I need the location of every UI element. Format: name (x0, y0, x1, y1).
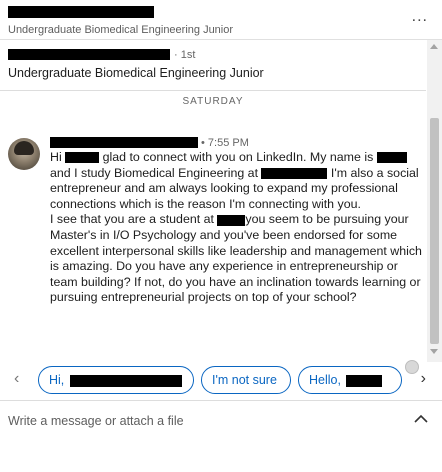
profile-headline: Undergraduate Biomedical Engineering Jun… (8, 66, 264, 80)
day-separator: SATURDAY (0, 91, 426, 109)
message-paragraph: Hi glad to connect with you on LinkedIn.… (50, 150, 419, 211)
reaction-indicator-icon[interactable] (405, 360, 419, 374)
scroll-down-arrow-icon[interactable] (430, 349, 438, 354)
redacted-name (69, 374, 182, 387)
redacted-contact-name (8, 6, 154, 18)
message-meta: • 7:55 PM (50, 134, 249, 149)
smart-reply-bar: ‹ Hi, I'm not sure Hello, › (0, 362, 442, 398)
scrollbar-thumb[interactable] (430, 118, 439, 344)
message-paragraph: I see that you are a student at you seem… (50, 212, 422, 305)
message-thread: · 1st Undergraduate Biomedical Engineeri… (0, 40, 442, 362)
smart-reply-chip[interactable]: Hi, (38, 366, 194, 394)
redacted-profile-name[interactable] (8, 49, 170, 61)
profile-summary: · 1st (8, 46, 196, 61)
message-body: Hi glad to connect with you on LinkedIn.… (50, 150, 422, 306)
scroll-up-arrow-icon[interactable] (430, 44, 438, 49)
chevron-up-icon[interactable] (414, 412, 428, 426)
smart-reply-chip[interactable]: I'm not sure (201, 366, 291, 394)
conversation-header: Undergraduate Biomedical Engineering Jun… (0, 0, 442, 40)
connection-degree: · 1st (174, 48, 196, 61)
sender-avatar[interactable] (8, 138, 40, 170)
chip-label: Hello, (309, 373, 341, 387)
chip-label: Hi, (49, 373, 65, 387)
chevron-left-icon[interactable]: ‹ (14, 370, 19, 388)
more-options-icon[interactable]: ... (412, 8, 428, 26)
smart-reply-chip[interactable]: Hello, (298, 366, 402, 394)
redacted-sender-name[interactable] (50, 137, 198, 149)
day-separator-label: SATURDAY (182, 96, 244, 107)
contact-headline: Undergraduate Biomedical Engineering Jun… (8, 24, 234, 36)
message-timestamp: • 7:55 PM (201, 136, 249, 149)
message-compose-input[interactable] (8, 414, 398, 428)
divider (0, 400, 442, 401)
redacted-name (346, 374, 383, 387)
chevron-right-icon[interactable]: › (421, 370, 426, 388)
